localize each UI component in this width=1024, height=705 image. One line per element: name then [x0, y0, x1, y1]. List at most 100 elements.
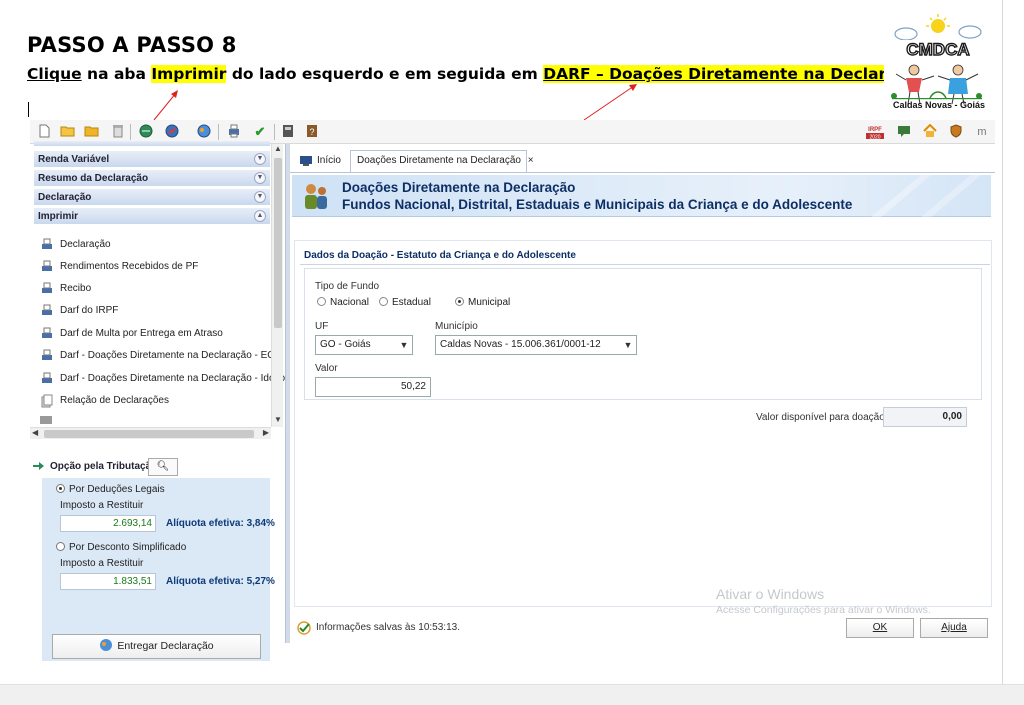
uf-select[interactable]: GO - Goiás ▼ [315, 335, 413, 355]
tipo-fundo-label: Tipo de Fundo [315, 281, 380, 292]
menu-item-relacao[interactable]: Relação de Declarações [40, 392, 169, 410]
menu-item-darf-multa[interactable]: Darf de Multa por Entrega em Atraso [40, 325, 223, 343]
menu-header-declaracao[interactable]: Declaração ▼ [34, 189, 270, 206]
tab-inicio[interactable]: Início [294, 150, 348, 172]
section-divider [300, 264, 990, 265]
entregar-declaracao-button[interactable]: Entregar Declaração [52, 634, 261, 659]
globe-arrow-icon[interactable] [164, 124, 180, 140]
banner-title: Doações Diretamente na Declaração [342, 180, 576, 195]
tributacao-search-button[interactable]: 🔍︎ [148, 458, 178, 476]
chat-icon[interactable] [896, 124, 912, 140]
page-right-border [1002, 0, 1003, 684]
menu-horizontal-scrollbar[interactable]: ◀ ▶ [30, 427, 271, 439]
chevron-down-icon: ▼ [254, 191, 266, 203]
radio-desconto-simplificado[interactable]: Por Desconto Simplificado [56, 542, 186, 553]
folder-icon[interactable] [84, 124, 100, 140]
minimize-icon[interactable]: m [974, 124, 990, 140]
instr-imprimir: Imprimir [151, 65, 227, 83]
menu-header-resumo[interactable]: Resumo da Declaração ▼ [34, 170, 270, 187]
valor-disponivel-value: 0,00 [883, 407, 967, 427]
home-icon[interactable] [922, 123, 938, 140]
radio-deducoes-legais[interactable]: Por Deduções Legais [56, 484, 165, 495]
documents-icon [41, 394, 53, 408]
scroll-down-icon[interactable]: ▼ [272, 415, 284, 427]
menu-header-imprimir[interactable]: Imprimir ▲ [34, 208, 270, 225]
search-icon: 🔍︎ [156, 461, 170, 472]
menu-item-rendimentos-pf[interactable]: Rendimentos Recebidos de PF [40, 258, 198, 276]
left-navigation-pane: Renda Variável ▼ Resumo da Declaração ▼ De… [30, 141, 285, 661]
tributacao-header-label: Opção pela Tributação: [50, 461, 161, 472]
printer-icon [42, 327, 52, 338]
aliquota-1: Alíquota efetiva: 3,84% [166, 518, 275, 529]
menu-item-darf-idoso[interactable]: Darf - Doações Diretamente na Declaração… [40, 370, 285, 388]
menu-header-renda-variavel[interactable]: Renda Variável ▼ [34, 151, 270, 168]
doc-instruction: Clique na aba Imprimir do lado esquerdo … [27, 65, 884, 83]
globe-icon[interactable] [196, 124, 212, 140]
open-folder-icon[interactable] [60, 124, 76, 140]
scroll-thumb[interactable] [44, 430, 254, 438]
book-icon[interactable]: ? [304, 124, 320, 140]
chevron-down-icon: ▼ [623, 340, 633, 350]
arrows-icon [33, 462, 44, 470]
svg-text:2020: 2020 [869, 135, 880, 141]
logo-text: CMDCA [906, 40, 969, 59]
check-icon[interactable]: ✔ [252, 124, 268, 140]
globe-icon [100, 639, 113, 651]
printer-icon [42, 304, 52, 315]
radio-nacional[interactable]: Nacional [317, 297, 369, 308]
svg-text:IRPF: IRPF [868, 127, 882, 133]
menu-item-recibo[interactable]: Recibo [40, 280, 91, 298]
scroll-up-icon[interactable]: ▲ [272, 144, 284, 156]
shield-icon[interactable] [948, 124, 964, 140]
chevron-up-icon: ▲ [254, 210, 266, 222]
menu-item-label: Rendimentos Recebidos de PF [60, 261, 199, 272]
aliquota-2: Alíquota efetiva: 5,27% [166, 576, 275, 587]
radio-estadual[interactable]: Estadual [379, 297, 431, 308]
printer-icon [42, 238, 52, 249]
tab-doacoes[interactable]: Doações Diretamente na Declaração × [350, 150, 534, 172]
banner-subtitle: Fundos Nacional, Distrital, Estaduais e … [342, 197, 853, 212]
calculator-icon[interactable] [280, 124, 296, 140]
radio-label: Municipal [468, 297, 511, 308]
chevron-down-icon: ▼ [399, 340, 409, 350]
annotation-arrow-left [153, 90, 178, 121]
irpf-badge-icon[interactable]: IRPF 2020 [864, 124, 886, 141]
imposto-value-2: 1.833,51 [60, 573, 156, 590]
chevron-down-icon: ▼ [254, 172, 266, 184]
main-content-pane: Início Doações Diretamente na Declaração… [290, 144, 995, 643]
menu-item-declaracao[interactable]: Declaração [40, 236, 111, 254]
municipio-select[interactable]: Caldas Novas - 15.006.361/0001-12 ▼ [435, 335, 637, 355]
scroll-left-icon[interactable]: ◀ [32, 428, 38, 437]
menu-item-label: Declaração [60, 239, 111, 250]
people-icon [305, 184, 327, 209]
tab-label: Início [317, 155, 341, 166]
check-clock-icon [297, 621, 311, 635]
svg-text:?: ? [309, 127, 314, 137]
menu-vertical-scrollbar[interactable]: ▲ ▼ [271, 144, 283, 427]
imposto-label-2: Imposto a Restituir [60, 558, 144, 569]
globe-refresh-icon[interactable] [138, 124, 154, 140]
instr-part-2: na aba [81, 65, 152, 83]
radio-label: Estadual [392, 297, 431, 308]
ok-button[interactable]: OK [846, 618, 914, 638]
ajuda-button[interactable]: Ajuda [920, 618, 988, 638]
close-icon[interactable]: × [528, 155, 534, 166]
printer-icon[interactable] [226, 124, 242, 140]
menu-item-label: Darf do IRPF [60, 305, 119, 316]
radio-municipal[interactable]: Municipal [455, 297, 510, 308]
menu-item-darf-irpf[interactable]: Darf do IRPF [40, 302, 118, 320]
doc-title: PASSO A PASSO 8 [27, 33, 237, 57]
status-text: Informações salvas às 10:53:13. [316, 622, 460, 633]
menu-header-label: Imprimir [38, 211, 79, 222]
status-message: Informações salvas às 10:53:13. [296, 621, 460, 635]
valor-input[interactable]: 50,22 [315, 377, 431, 397]
printer-icon [42, 260, 52, 271]
trash-icon[interactable] [110, 124, 126, 140]
scroll-thumb[interactable] [274, 158, 282, 328]
new-file-icon[interactable] [36, 124, 52, 140]
windows-watermark-title: Ativar o Windows [716, 586, 825, 602]
printer-icon [42, 349, 52, 360]
scroll-right-icon[interactable]: ▶ [263, 428, 269, 437]
menu-item-darf-eca[interactable]: Darf - Doações Diretamente na Declaração… [40, 347, 281, 365]
menu-item-label: Relação de Declarações [60, 395, 169, 406]
